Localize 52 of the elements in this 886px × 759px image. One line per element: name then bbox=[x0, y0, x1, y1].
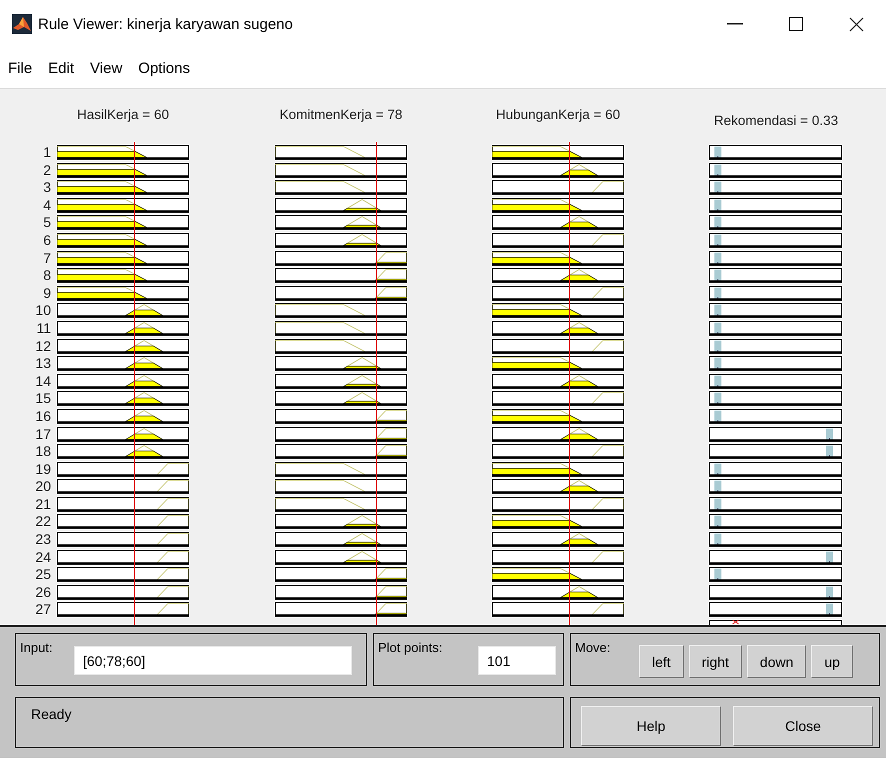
rule-number: 13 bbox=[34, 356, 52, 370]
menu-item[interactable]: View bbox=[90, 60, 122, 76]
input-field[interactable]: [60;78;60] bbox=[74, 646, 352, 675]
rule-number: 3 bbox=[42, 180, 52, 194]
status-text: Ready bbox=[31, 706, 72, 722]
variable-label: HasilKerja = 60 bbox=[76, 107, 170, 122]
rule-number: 2 bbox=[42, 162, 52, 177]
variable-label: KomitmenKerja = 78 bbox=[278, 107, 404, 122]
close-icon[interactable] bbox=[849, 16, 864, 32]
rule-number: 10 bbox=[34, 303, 52, 318]
rule-number: 6 bbox=[42, 232, 52, 247]
move-label: Move: bbox=[575, 640, 610, 655]
move-button[interactable]: up bbox=[811, 645, 853, 678]
window-title: Rule Viewer: kinerja karyawan sugeno bbox=[38, 16, 293, 32]
menu-item[interactable]: Edit bbox=[48, 60, 74, 76]
rule-number: 27 bbox=[34, 602, 52, 616]
rule-number: 4 bbox=[42, 198, 52, 212]
menu-item[interactable]: File bbox=[8, 60, 32, 76]
plot-points-field[interactable]: 101 bbox=[478, 646, 556, 675]
rule-number: 26 bbox=[34, 584, 52, 599]
minimize-icon[interactable] bbox=[727, 23, 743, 25]
rule-number: 7 bbox=[42, 250, 52, 265]
rule-number: 9 bbox=[42, 286, 52, 300]
rule-number: 18 bbox=[34, 444, 52, 458]
rule-number: 1 bbox=[42, 145, 52, 159]
move-button[interactable]: down bbox=[746, 645, 806, 678]
rule-number: 24 bbox=[34, 550, 52, 564]
rule-number: 12 bbox=[34, 338, 52, 353]
rule-number: 19 bbox=[34, 462, 52, 476]
app-logo-icon bbox=[12, 14, 32, 34]
plot-points-label: Plot points: bbox=[378, 640, 442, 655]
move-button[interactable]: right bbox=[688, 645, 742, 678]
rule-number: 8 bbox=[42, 268, 52, 282]
menu-item[interactable]: Options bbox=[138, 60, 190, 76]
output-label: Rekomendasi = 0.33 bbox=[712, 113, 840, 128]
variable-label: HubunganKerja = 60 bbox=[494, 107, 622, 122]
rule-number: 16 bbox=[34, 408, 52, 423]
rule-number: 17 bbox=[34, 426, 52, 440]
rule-number: 20 bbox=[34, 479, 52, 494]
move-button[interactable]: left bbox=[639, 645, 684, 678]
rule-number: 25 bbox=[34, 567, 52, 582]
rule-number: 11 bbox=[35, 320, 52, 335]
rule-number: 14 bbox=[34, 374, 52, 388]
rule-number: 15 bbox=[34, 391, 52, 406]
dialog-button[interactable]: Close bbox=[733, 706, 873, 746]
maximize-icon[interactable] bbox=[789, 17, 803, 31]
rule-number: 23 bbox=[34, 532, 52, 546]
dialog-button[interactable]: Help bbox=[581, 706, 721, 746]
rule-number: 21 bbox=[34, 496, 52, 511]
input-label: Input: bbox=[20, 640, 53, 655]
rule-number: 22 bbox=[34, 514, 52, 528]
rule-number: 5 bbox=[42, 215, 52, 230]
